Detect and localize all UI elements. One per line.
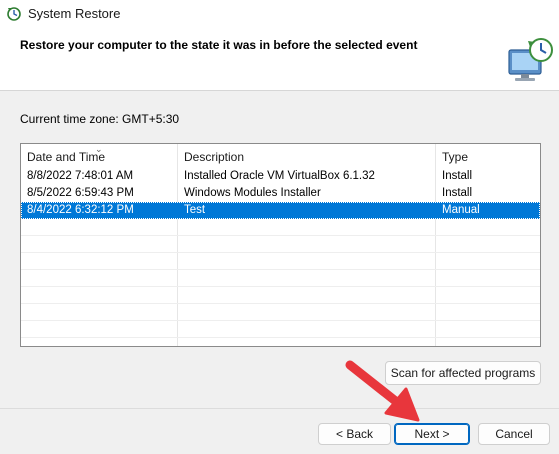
row-type: Install [442, 187, 473, 199]
row-description: Windows Modules Installer [184, 187, 321, 199]
restore-monitor-icon [508, 38, 553, 81]
row-date: 8/8/2022 7:48:01 AM [27, 170, 134, 182]
table-row[interactable]: 8/8/2022 7:48:01 AM Installed Oracle VM … [21, 168, 540, 185]
empty-row [21, 287, 540, 304]
column-header-description[interactable]: Description [178, 144, 436, 168]
empty-row [21, 270, 540, 287]
restore-points-list[interactable]: ⌄ Date and Time Description Type 8/8/202… [20, 143, 541, 347]
title-bar: System Restore [0, 0, 559, 28]
row-type: Manual [442, 204, 480, 216]
empty-row [21, 219, 540, 236]
table-row-selected[interactable]: 8/4/2022 6:32:12 PM Test Manual [21, 202, 540, 219]
header-instruction: Restore your computer to the state it wa… [20, 38, 418, 52]
back-button[interactable]: < Back [318, 423, 391, 445]
system-restore-icon [7, 7, 21, 21]
row-description: Test [184, 204, 206, 216]
row-date: 8/4/2022 6:32:12 PM [27, 204, 134, 216]
current-timezone: Current time zone: GMT+5:30 [20, 112, 180, 126]
row-type: Install [442, 170, 473, 182]
empty-row [21, 253, 540, 270]
empty-row [21, 321, 540, 338]
table-row[interactable]: 8/5/2022 6:59:43 PM Windows Modules Inst… [21, 185, 540, 202]
empty-row [21, 236, 540, 253]
column-header-date[interactable]: Date and Time [21, 144, 178, 168]
header-separator [0, 90, 559, 91]
empty-row [21, 304, 540, 321]
header-band: Restore your computer to the state it wa… [0, 28, 559, 90]
footer-separator [0, 408, 559, 409]
system-restore-window: System Restore Restore your computer to … [0, 0, 559, 454]
row-description: Installed Oracle VM VirtualBox 6.1.32 [184, 170, 375, 182]
scan-affected-programs-button[interactable]: Scan for affected programs [385, 361, 541, 385]
row-date: 8/5/2022 6:59:43 PM [27, 187, 134, 199]
cancel-button[interactable]: Cancel [478, 423, 550, 445]
window-title: System Restore [28, 6, 121, 21]
next-button[interactable]: Next > [394, 423, 470, 445]
column-header-type[interactable]: Type [436, 144, 540, 168]
